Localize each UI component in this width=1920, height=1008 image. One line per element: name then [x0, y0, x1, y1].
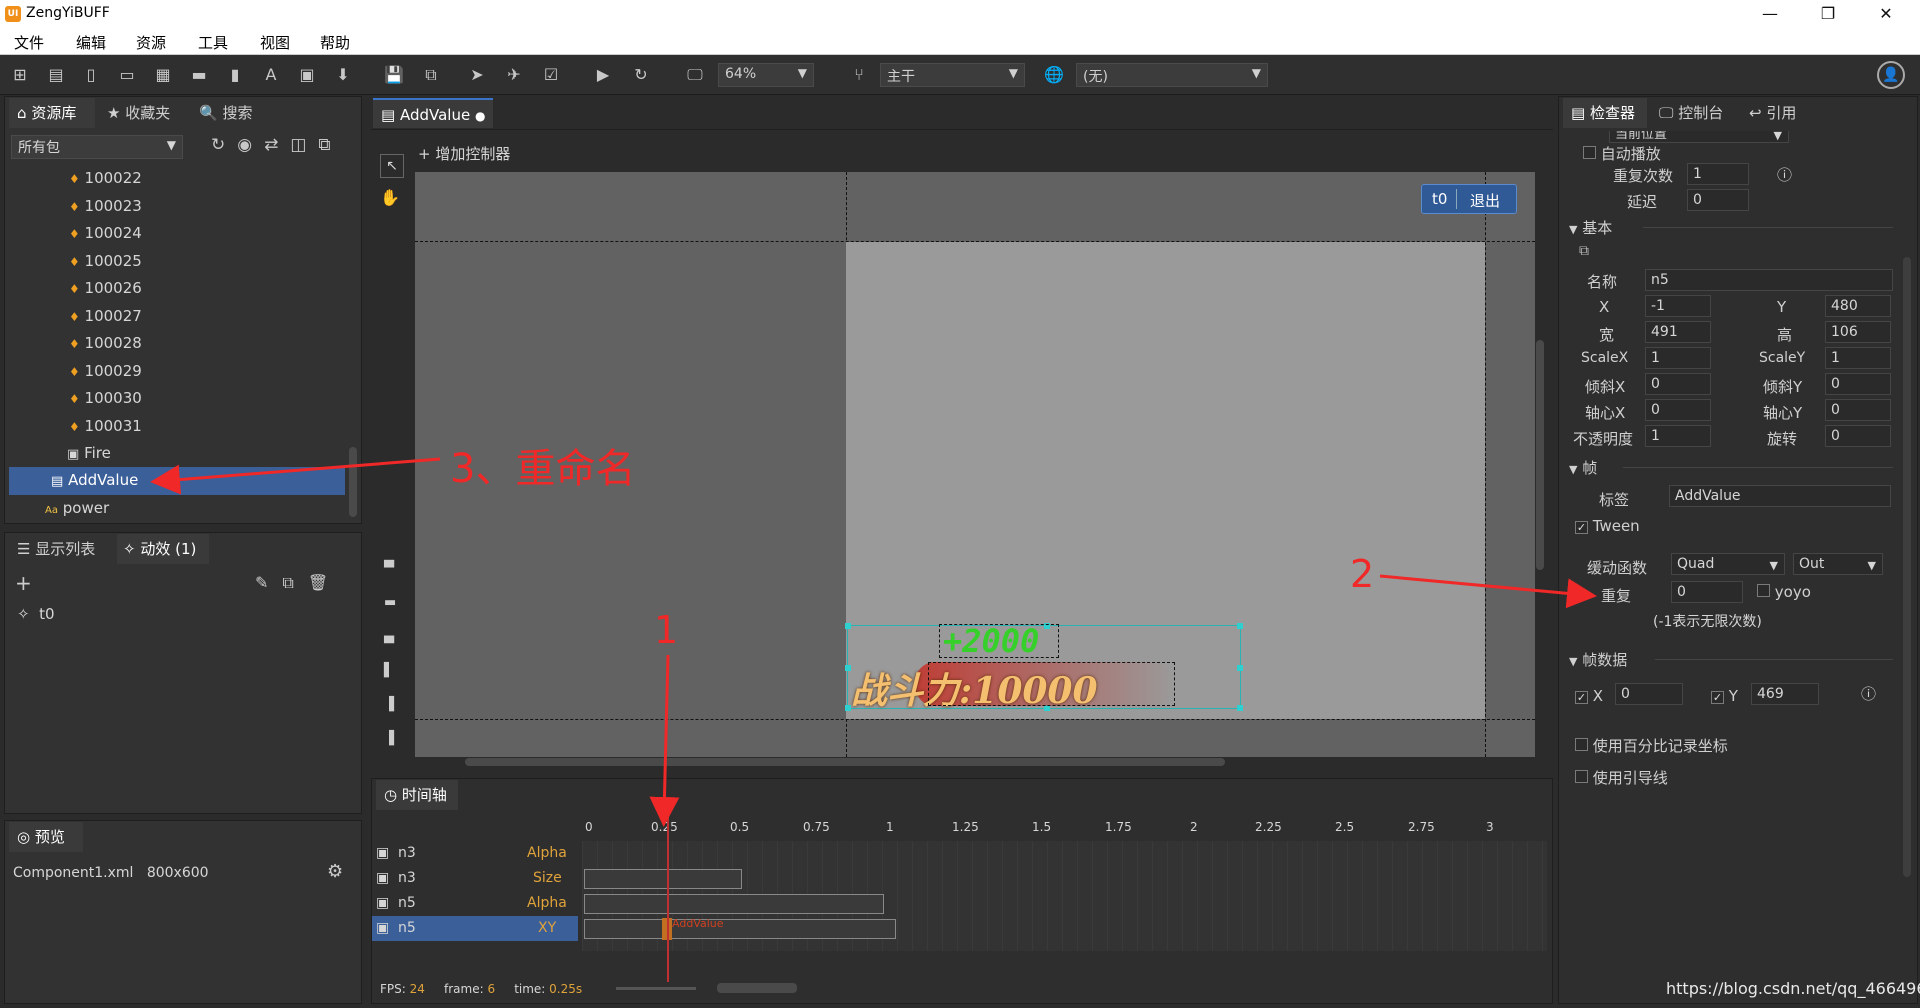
arrow-1 [649, 654, 680, 827]
watermark: https://blog.csdn.net/qq_46649692 [1666, 979, 1920, 998]
arrow-2 [1379, 574, 1597, 609]
annotation-2: 2 [1350, 552, 1375, 596]
annotation-arrows [150, 457, 1597, 827]
annotation-3: 3、重命名 [450, 446, 636, 492]
annotation-1: 1 [654, 608, 679, 652]
arrow-3 [150, 457, 441, 495]
